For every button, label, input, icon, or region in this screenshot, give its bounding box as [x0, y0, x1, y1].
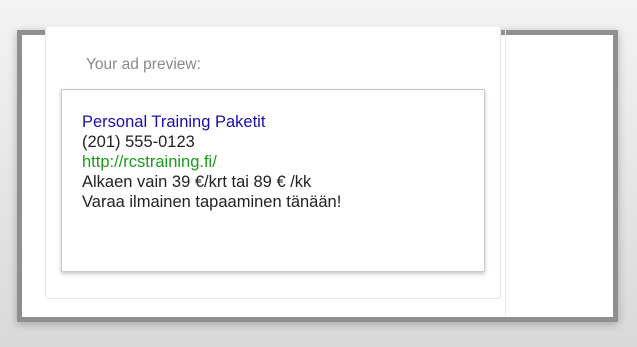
screenshot-window: Your ad preview: Personal Training Paket…	[17, 27, 618, 322]
ad-preview-panel: Your ad preview: Personal Training Paket…	[45, 27, 501, 299]
screenshot-frame: Your ad preview: Personal Training Paket…	[0, 0, 637, 347]
ad-preview-card: Personal Training Paketit (201) 555-0123…	[61, 89, 485, 272]
ad-preview-label: Your ad preview:	[86, 56, 201, 73]
window-content: Your ad preview: Personal Training Paket…	[22, 27, 613, 317]
ad-description-line-1: Alkaen vain 39 €/krt tai 89 € /kk	[82, 173, 312, 191]
panel-divider	[505, 30, 506, 317]
ad-content: Personal Training Paketit (201) 555-0123…	[82, 112, 341, 212]
ad-description-line-2: Varaa ilmainen tapaaminen tänään!	[82, 193, 342, 211]
ad-headline-link[interactable]: Personal Training Paketit	[82, 112, 341, 132]
ad-display-url: http://rcstraining.fi/	[82, 153, 217, 171]
ad-phone-number: (201) 555-0123	[82, 133, 195, 151]
